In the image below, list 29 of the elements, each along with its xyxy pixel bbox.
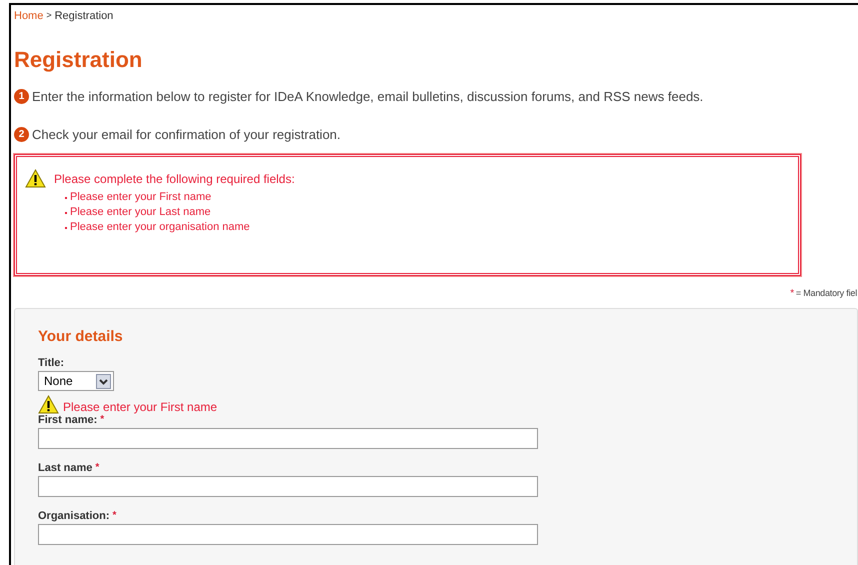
required-asterisk: * [790,288,794,299]
field-label: Last name [38,462,92,474]
warning-icon [38,395,59,414]
breadcrumb-separator: > [46,10,52,22]
text-input-field[interactable] [38,476,538,497]
breadcrumb-current: Registration [54,10,114,22]
step-text: Check your email for confirmation of your registration. [32,126,341,142]
error-message: Please enter your Last name [70,205,211,220]
step-text: Enter the information below to register for IDeA Knowledge, email bulletins, discussion forums, and RSS news feeds. [32,88,704,104]
step-number-icon: 1 [14,88,29,104]
required-asterisk: * [95,462,100,473]
required-asterisk: * [112,510,116,521]
field-label: First name: [38,414,98,426]
text-input-field[interactable] [38,524,538,545]
mandatory-note: = Mandatory fiel [796,288,857,299]
section-heading: Your details [38,328,124,345]
field-label: Organisation: [38,510,110,522]
page-title: Registration [14,47,144,73]
error-heading: Please complete the following required fields: [54,172,295,186]
error-message: Please enter your organisation name [70,220,250,235]
error-message: Please enter your First name [70,190,212,205]
text-input-field[interactable] [38,428,538,449]
home-link[interactable]: Home [14,10,44,22]
step-number-icon: 2 [14,126,29,142]
field-label: Title: [38,357,66,369]
field-error-message: Please enter your First name [63,400,218,414]
title-select[interactable]: None [38,371,114,391]
warning-icon [25,169,46,188]
required-asterisk: * [100,414,104,425]
